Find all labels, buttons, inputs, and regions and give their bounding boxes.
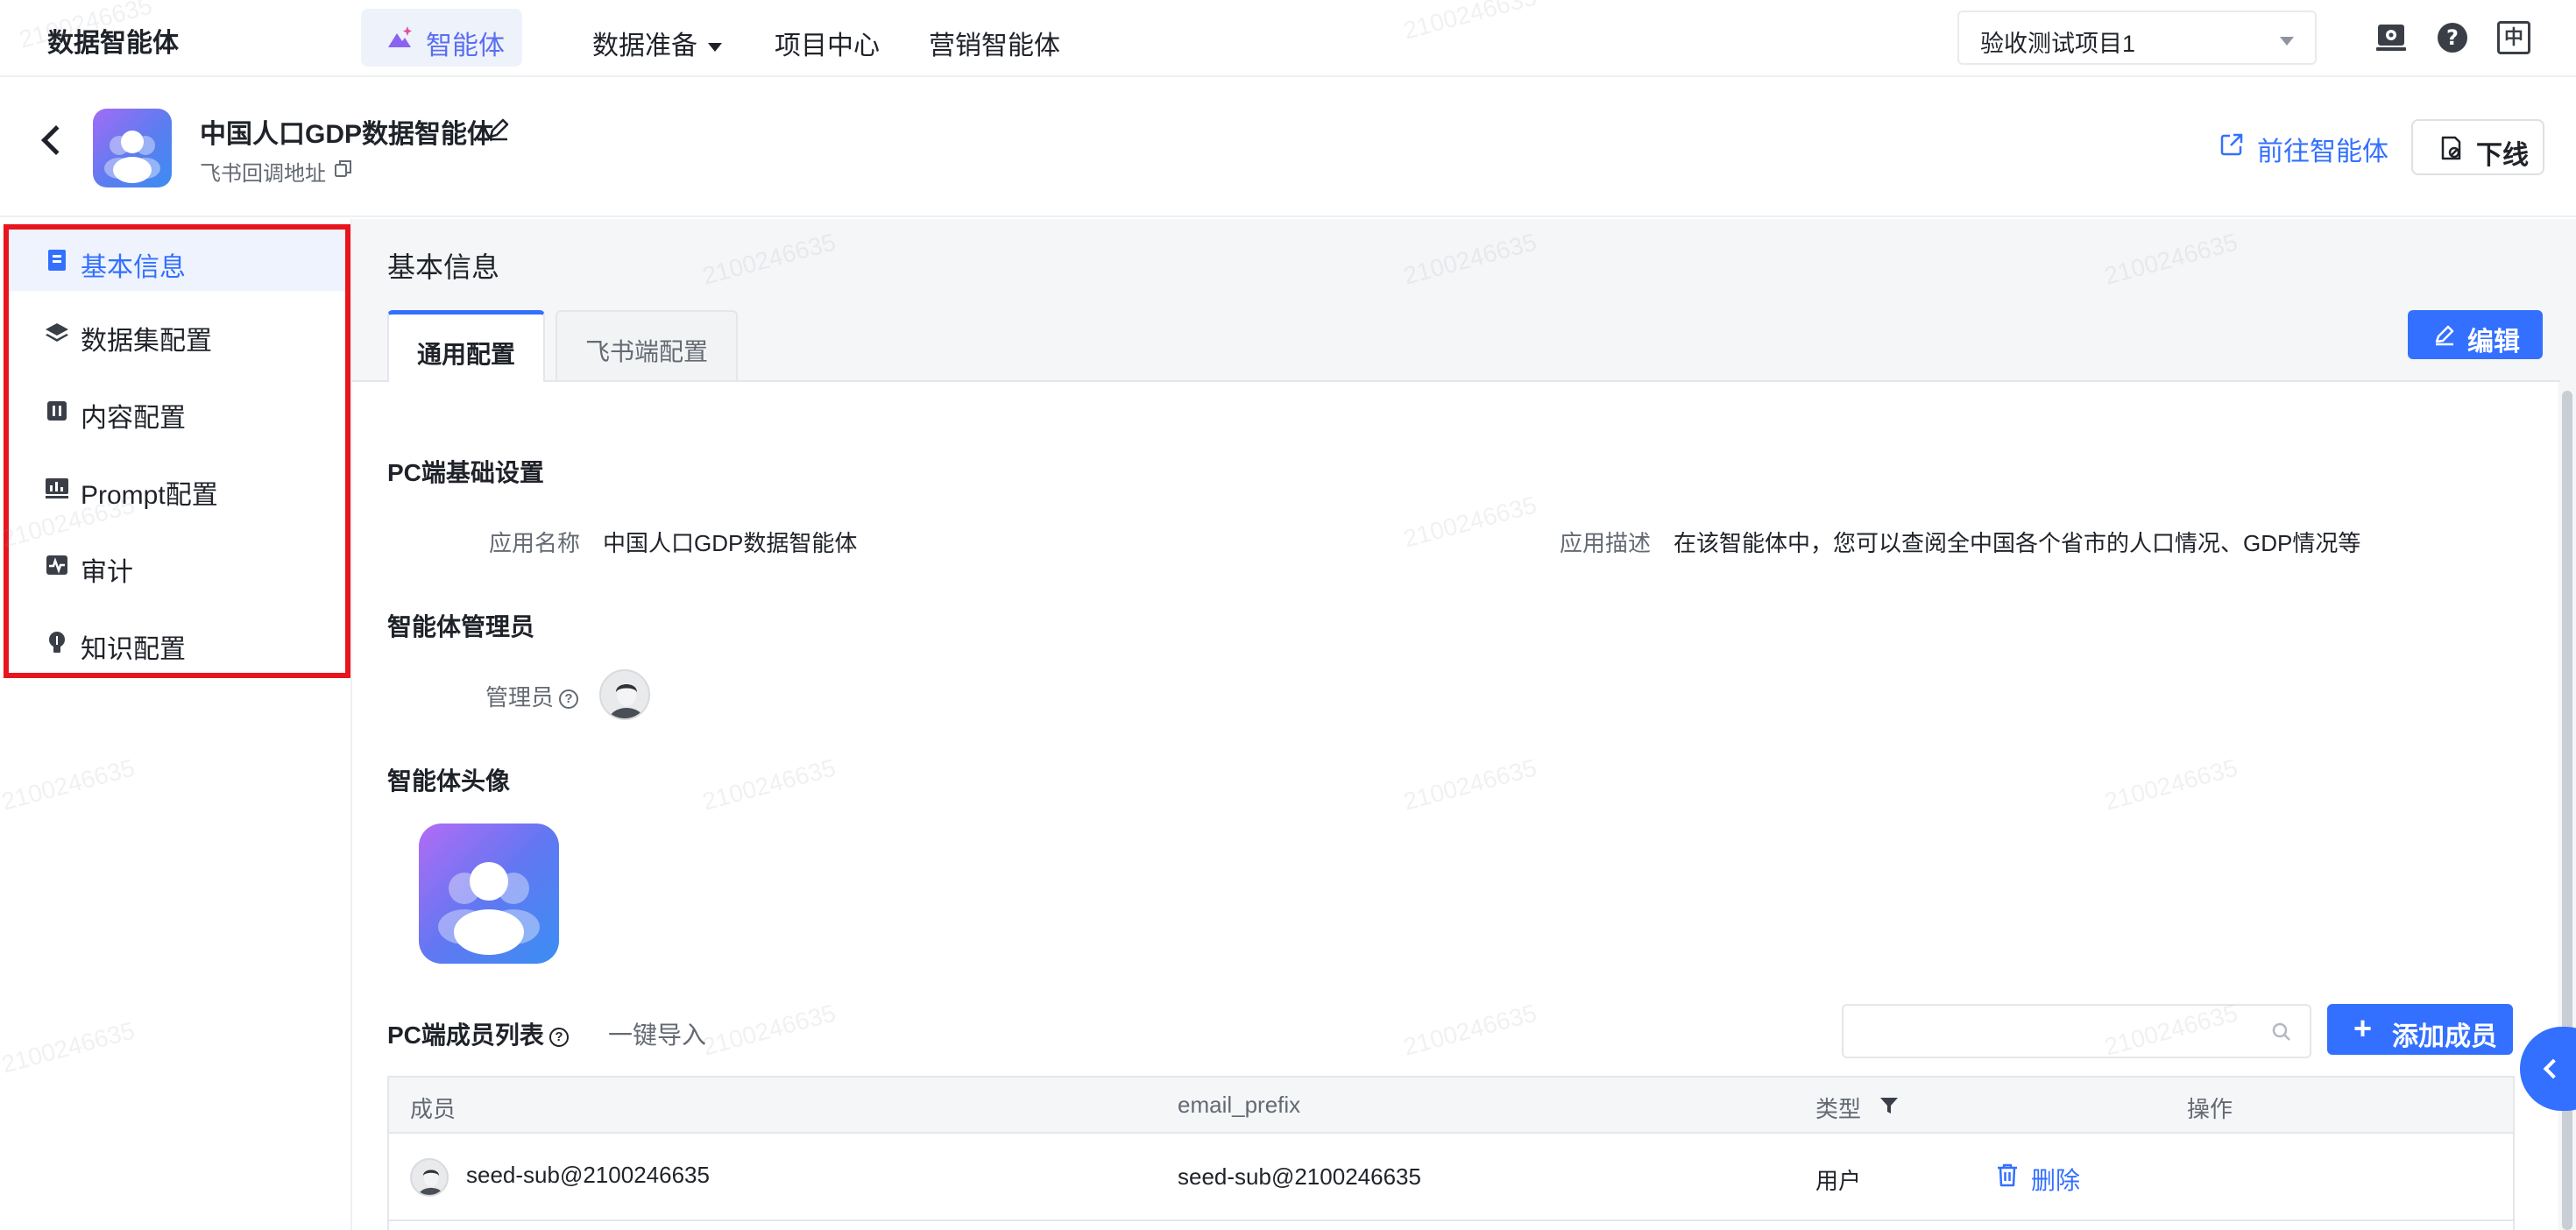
agent-header: 中国人口GDP数据智能体 飞书回调地址 前往智能体 下线 [0,77,2576,217]
add-member-button[interactable]: + 添加成员 [2327,1004,2513,1055]
nav-tab-data-prep[interactable]: 数据准备 [592,24,722,62]
trash-icon [1998,1163,2017,1187]
svg-text:?: ? [2446,25,2459,50]
brand-title: 数据智能体 [47,29,179,58]
user-group-icon [104,131,160,183]
column-header-email-prefix: email_prefix [1178,1092,1301,1118]
sparkle-mountain-icon [388,26,412,47]
edit-button[interactable]: 编辑 [2408,310,2543,359]
nav-tab-agent-label: 智能体 [426,32,505,60]
offline-doc-icon [2441,136,2461,160]
member-name: seed-sub@2100246635 [466,1162,710,1188]
edit-pen-icon[interactable] [485,116,512,142]
search-icon [2272,1022,2290,1041]
tab-general-config-label: 通用配置 [416,341,515,368]
agent-avatar-large[interactable] [419,824,559,964]
tab-general-config[interactable]: 通用配置 [387,310,545,382]
help-icon[interactable]: ? [2436,21,2469,54]
agent-admin-title: 智能体管理员 [387,613,535,640]
chevron-left-icon [2543,1058,2564,1079]
plus-icon: + [2353,1010,2373,1046]
column-header-action: 操作 [2187,1096,2233,1122]
table-header: 成员 email_prefix 类型 操作 [389,1078,2513,1134]
main-content: 基本信息 通用配置 飞书端配置 编辑 PC端基础设置 应用名称 中国人口GDP数… [352,219,2576,1230]
app-desc-label: 应用描述 [1560,530,1652,556]
members-table: 成员 email_prefix 类型 操作 seed-sub@210024663… [387,1076,2515,1230]
offline-button[interactable]: 下线 [2411,119,2544,175]
admin-label-row: 管理员? [485,680,579,712]
agent-title: 中国人口GDP数据智能体 [200,120,494,149]
copy-icon[interactable] [333,158,354,179]
member-search-field[interactable] [1858,1014,2261,1050]
language-icon[interactable]: 中 [2497,21,2530,54]
settings-icon[interactable] [2374,21,2408,54]
chevron-down-icon [2280,37,2294,46]
page-title: 基本信息 [387,251,500,283]
sidebar-highlight-box [4,224,350,678]
member-avatar [410,1158,449,1197]
edit-pen-icon [2435,325,2454,346]
member-email-prefix: seed-sub@2100246635 [1178,1163,1421,1190]
column-header-member: 成员 [410,1096,456,1122]
callback-url-label: 飞书回调地址 [200,162,326,186]
sidebar: 基本信息 数据集配置 内容配置 Prompt配置 审计 知识配置 [0,219,352,1230]
app-name-value: 中国人口GDP数据智能体 [603,530,858,556]
tab-feishu-config-label: 飞书端配置 [584,338,708,365]
one-click-import-link[interactable]: 一键导入 [608,1016,706,1051]
nav-tab-data-prep-label: 数据准备 [592,32,697,60]
agent-avatar-title: 智能体头像 [387,767,511,795]
pc-members-title: PC端成员列表 [387,1021,544,1049]
admin-label: 管理员 [485,684,555,710]
back-arrow-icon[interactable] [41,125,71,155]
tab-feishu-config[interactable]: 飞书端配置 [556,310,738,380]
person-avatar-icon [418,1169,444,1195]
delete-label: 删除 [2031,1167,2081,1194]
nav-tab-marketing-agent[interactable]: 营销智能体 [929,24,1060,62]
pc-members-title-row: PC端成员列表? [387,1016,569,1051]
agent-avatar [93,109,172,187]
filter-icon[interactable] [1879,1095,1900,1116]
add-member-label: 添加成员 [2392,1022,2497,1051]
admin-avatar[interactable] [599,669,650,720]
column-header-type: 类型 [1815,1096,1862,1122]
external-link-icon [2220,133,2243,156]
nav-tab-agent[interactable]: 智能体 [361,9,522,67]
member-search-input[interactable] [1842,1004,2311,1058]
app-name-label: 应用名称 [489,530,581,556]
nav-tab-project-center[interactable]: 项目中心 [775,24,880,62]
offline-button-label: 下线 [2476,141,2529,170]
edit-button-label: 编辑 [2467,328,2520,357]
member-type: 用户 [1815,1168,1862,1194]
goto-agent-label: 前往智能体 [2257,138,2388,166]
top-navigation-bar: 数据智能体 智能体 数据准备 项目中心 营销智能体 验收测试项目1 ? 中 [0,0,2576,77]
question-circle-icon[interactable]: ? [548,1027,569,1047]
caret-down-icon [708,43,722,53]
user-group-icon [438,862,540,955]
project-select[interactable]: 验收测试项目1 [1957,11,2317,65]
question-circle-icon[interactable]: ? [559,689,579,710]
project-select-value: 验收测试项目1 [1980,31,2136,57]
app-desc-value: 在该智能体中，您可以查阅全中国各个省市的人口情况、GDP情况等 [1674,530,2361,556]
table-row: seed-sub@2100246635 seed-sub@2100246635 … [389,1135,2513,1221]
pc-basic-settings-title: PC端基础设置 [387,459,544,486]
